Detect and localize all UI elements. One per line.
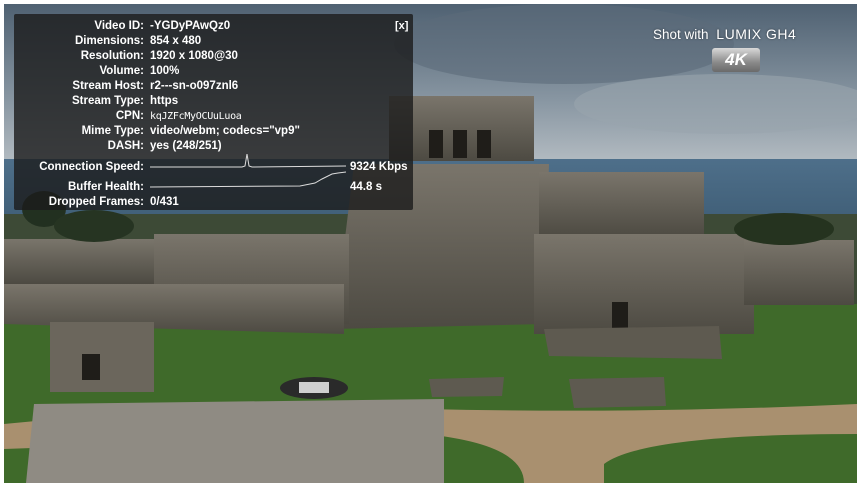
stats-row-dimensions: Dimensions: 854 x 480	[14, 34, 413, 49]
camera-watermark: Shot with LUMIX GH4	[653, 26, 796, 42]
stats-label: Mime Type:	[81, 125, 144, 137]
stats-value: https	[150, 95, 179, 107]
stats-label: Stream Type:	[71, 95, 144, 107]
stats-row-cpn: CPN: kqJZFcMyOCUuLuoa	[14, 109, 413, 124]
stats-label: Dimensions:	[74, 35, 144, 47]
shot-with-text: Shot with	[653, 27, 709, 42]
video-frame[interactable]: [x] Video ID: -YGDyPAwQz0 Dimensions: 85…	[4, 4, 857, 483]
stats-label: Dropped Frames:	[48, 196, 144, 208]
stats-row-stream-host: Stream Host: r2---sn-o097znl6	[14, 79, 413, 94]
stats-row-dropped-frames: Dropped Frames: 0/431	[14, 195, 413, 210]
stats-label: Buffer Health:	[67, 181, 144, 193]
stats-row-stream-type: Stream Type: https	[14, 94, 413, 109]
stats-label: Stream Host:	[72, 80, 144, 92]
stats-value: kqJZFcMyOCUuLuoa	[150, 111, 242, 122]
stats-value: yes (248/251)	[150, 140, 222, 152]
stats-value: 854 x 480	[150, 35, 202, 47]
stats-label: DASH:	[107, 140, 144, 152]
stats-label: Resolution:	[80, 50, 144, 62]
stats-row-dash: DASH: yes (248/251)	[14, 139, 413, 154]
stats-row-video-id: Video ID: -YGDyPAwQz0	[14, 19, 413, 34]
stats-row-buffer-health: Buffer Health: 44.8 s	[14, 171, 413, 195]
stats-label: CPN:	[115, 110, 144, 122]
stats-label: Video ID:	[94, 20, 144, 32]
stats-value: r2---sn-o097znl6	[150, 80, 239, 92]
stats-label: Connection Speed:	[39, 161, 144, 173]
stats-row-resolution: Resolution: 1920 x 1080@30	[14, 49, 413, 64]
stats-value: 1920 x 1080@30	[150, 50, 238, 62]
badge-4k: 4K	[712, 48, 760, 72]
stats-value: 9324 Kbps	[350, 161, 408, 173]
camera-brand-text: LUMIX GH4	[716, 26, 797, 42]
stats-row-volume: Volume: 100%	[14, 64, 413, 79]
stats-value: video/webm; codecs="vp9"	[150, 125, 300, 137]
stats-value: 100%	[150, 65, 180, 77]
stats-row-mime-type: Mime Type: video/webm; codecs="vp9"	[14, 124, 413, 139]
stats-value: -YGDyPAwQz0	[150, 20, 231, 32]
stats-value: 0/431	[150, 196, 179, 208]
stats-label: Volume:	[99, 65, 144, 77]
connection-speed-graph	[150, 154, 346, 168]
stats-for-nerds-panel: [x] Video ID: -YGDyPAwQz0 Dimensions: 85…	[14, 14, 413, 210]
buffer-health-graph	[150, 171, 347, 188]
stats-value: 44.8 s	[350, 181, 382, 193]
